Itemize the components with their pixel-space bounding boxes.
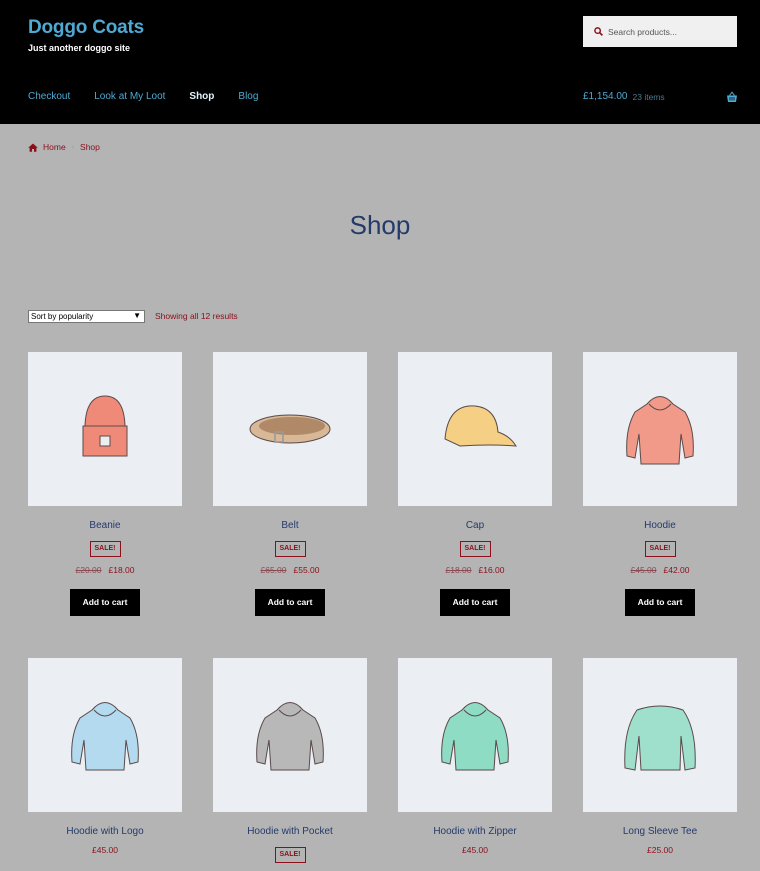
product-image[interactable] bbox=[213, 352, 367, 506]
product-hoodie-illustration bbox=[626, 396, 694, 465]
product-price: £65.00 £55.00 bbox=[213, 565, 367, 575]
product-name[interactable]: Hoodie with Pocket bbox=[213, 826, 367, 839]
product-hoodie-illustration bbox=[441, 702, 509, 771]
product-price: £45.00 £42.00 bbox=[583, 565, 737, 575]
product-image[interactable] bbox=[398, 352, 552, 506]
product-price: £25.00 bbox=[647, 845, 673, 855]
sale-price: £42.00 bbox=[663, 565, 690, 575]
nav-look-at-my-loot[interactable]: Look at My Loot bbox=[94, 91, 165, 102]
page-title: Shop bbox=[349, 210, 411, 240]
product-image[interactable] bbox=[398, 658, 552, 812]
old-price: £18.00 bbox=[445, 565, 472, 575]
search-box[interactable] bbox=[583, 16, 737, 47]
product-name[interactable]: Hoodie bbox=[583, 520, 737, 533]
product-price: £45.00 bbox=[92, 845, 118, 855]
product-hoodie-illustration bbox=[71, 702, 139, 771]
product-image[interactable] bbox=[28, 658, 182, 812]
product-image[interactable] bbox=[213, 658, 367, 812]
product-card: Long Sleeve Tee £25.00 bbox=[583, 658, 737, 855]
basket-icon[interactable] bbox=[726, 91, 738, 103]
old-price: £45.00 bbox=[630, 565, 657, 575]
product-tee-illustration bbox=[624, 705, 696, 771]
product-name[interactable]: Hoodie with Zipper bbox=[398, 826, 552, 839]
breadcrumb-current: Shop bbox=[80, 142, 100, 152]
add-to-cart-button[interactable]: Add to cart bbox=[70, 589, 140, 616]
site-title[interactable]: Doggo Coats bbox=[28, 17, 144, 39]
sale-price: £18.00 bbox=[108, 565, 135, 575]
add-to-cart-button[interactable]: Add to cart bbox=[440, 589, 510, 616]
sale-price: £16.00 bbox=[478, 565, 505, 575]
cart-amount: £1,154.00 bbox=[583, 91, 628, 102]
product-hoodie-illustration bbox=[256, 702, 324, 771]
old-price: £20.00 bbox=[75, 565, 102, 575]
breadcrumb-home[interactable]: Home bbox=[43, 142, 66, 152]
product-cap-illustration bbox=[444, 405, 517, 447]
product-card: Cap SALE! £18.00 £16.00 Add to cart bbox=[398, 352, 552, 616]
product-image[interactable] bbox=[28, 352, 182, 506]
dropdown-arrow-icon: ▼ bbox=[133, 311, 141, 320]
sale-badge: SALE! bbox=[459, 541, 491, 557]
product-name[interactable]: Hoodie with Logo bbox=[28, 826, 182, 839]
product-card: Belt SALE! £65.00 £55.00 Add to cart bbox=[213, 352, 367, 616]
add-to-cart-button[interactable]: Add to cart bbox=[255, 589, 325, 616]
search-icon bbox=[594, 27, 603, 36]
cart-count: 23 items bbox=[632, 91, 665, 102]
search-input[interactable] bbox=[608, 26, 728, 37]
product-image[interactable] bbox=[583, 352, 737, 506]
product-name[interactable]: Long Sleeve Tee bbox=[583, 826, 737, 839]
site-header: Doggo Coats Just another doggo site Chec… bbox=[0, 0, 760, 124]
sale-price: £55.00 bbox=[293, 565, 320, 575]
add-to-cart-button[interactable]: Add to cart bbox=[625, 589, 695, 616]
product-price: £45.00 bbox=[462, 845, 488, 855]
breadcrumb-separator: › bbox=[71, 143, 75, 151]
breadcrumb: Home › Shop bbox=[28, 142, 100, 152]
product-card: Beanie SALE! £20.00 £18.00 Add to cart bbox=[28, 352, 182, 616]
product-beanie-illustration bbox=[82, 395, 128, 457]
product-image[interactable] bbox=[583, 658, 737, 812]
nav-checkout[interactable]: Checkout bbox=[28, 91, 70, 102]
nav-blog[interactable]: Blog bbox=[238, 91, 258, 102]
product-card: Hoodie with Pocket SALE! bbox=[213, 658, 367, 863]
sale-badge: SALE! bbox=[274, 847, 306, 863]
product-price: £18.00 £16.00 bbox=[398, 565, 552, 575]
sort-selected-value: Sort by popularity bbox=[31, 312, 94, 321]
product-price: £20.00 £18.00 bbox=[28, 565, 182, 575]
product-card: Hoodie with Zipper £45.00 bbox=[398, 658, 552, 855]
sale-badge: SALE! bbox=[644, 541, 676, 557]
nav-shop[interactable]: Shop bbox=[189, 91, 214, 102]
main-nav: Checkout Look at My Loot Shop Blog bbox=[28, 91, 282, 102]
site-tagline: Just another doggo site bbox=[28, 43, 131, 53]
old-price: £65.00 bbox=[260, 565, 287, 575]
product-name[interactable]: Cap bbox=[398, 520, 552, 533]
product-name[interactable]: Belt bbox=[213, 520, 367, 533]
result-count: Showing all 12 results bbox=[155, 311, 238, 321]
product-card: Hoodie with Logo £45.00 bbox=[28, 658, 182, 855]
sort-select[interactable]: Sort by popularity ▼ bbox=[28, 310, 145, 323]
home-icon bbox=[28, 143, 38, 152]
product-card: Hoodie SALE! £45.00 £42.00 Add to cart bbox=[583, 352, 737, 616]
header-cart[interactable]: £1,154.00 23 items bbox=[583, 91, 738, 102]
product-name[interactable]: Beanie bbox=[28, 520, 182, 533]
product-belt-illustration bbox=[249, 414, 331, 444]
sale-badge: SALE! bbox=[89, 541, 121, 557]
sale-badge: SALE! bbox=[274, 541, 306, 557]
